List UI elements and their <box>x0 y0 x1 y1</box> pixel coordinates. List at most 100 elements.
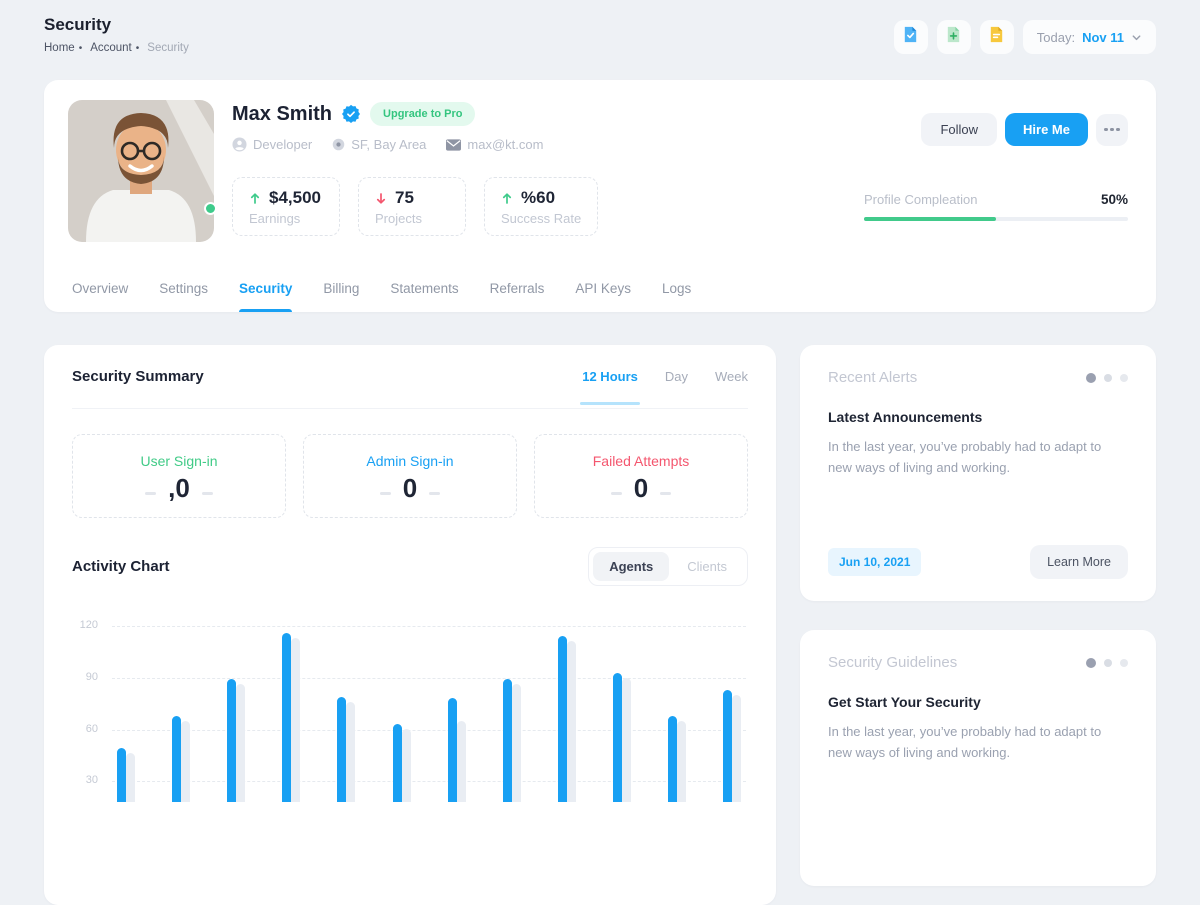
breadcrumb-account[interactable]: Account <box>90 42 132 54</box>
chart-bar-shadow <box>236 684 245 802</box>
chart-bar <box>282 633 291 802</box>
profile-email-label: max@kt.com <box>467 137 543 152</box>
breadcrumb-home[interactable]: Home <box>44 42 75 54</box>
chart-bar <box>448 698 457 802</box>
hire-me-button[interactable]: Hire Me <box>1005 113 1088 146</box>
stat-earnings: $4,500 Earnings <box>232 177 340 236</box>
profile-completion-bar <box>864 217 1128 221</box>
tab-security[interactable]: Security <box>239 281 292 312</box>
toggle-clients[interactable]: Clients <box>671 552 743 581</box>
chart-bar-shadow <box>126 753 135 802</box>
chart-bar <box>668 716 677 802</box>
chart-bar <box>172 716 181 802</box>
user-sign-in-value: ,0 <box>145 473 213 504</box>
file-lines-icon <box>987 25 1006 49</box>
upgrade-to-pro-badge[interactable]: Upgrade to Pro <box>370 102 475 126</box>
toggle-agents[interactable]: Agents <box>593 552 669 581</box>
topbar-actions: Today: Nov 11 <box>894 20 1156 54</box>
recent-alerts-card: Recent Alerts Latest Announcements In th… <box>800 345 1156 601</box>
more-options-button[interactable] <box>1096 114 1128 146</box>
alert-date-badge[interactable]: Jun 10, 2021 <box>828 548 921 576</box>
user-sign-in-label: User Sign-in <box>140 453 217 469</box>
chart-bar-shadow <box>402 729 411 802</box>
chart-ytick-label: 30 <box>72 774 98 786</box>
carousel-dot[interactable] <box>1104 659 1112 667</box>
admin-sign-in-value: 0 <box>380 473 440 504</box>
security-summary-card: Security Summary 12 Hours Day Week User … <box>44 345 776 905</box>
guidelines-headline: Get Start Your Security <box>828 694 1128 710</box>
chart-bar <box>558 636 567 802</box>
chart-bar <box>393 724 402 802</box>
trend-up-icon <box>249 192 261 205</box>
carousel-dot[interactable] <box>1104 374 1112 382</box>
date-picker[interactable]: Today: Nov 11 <box>1023 20 1156 54</box>
stat-success-rate-label: Success Rate <box>501 211 581 226</box>
period-week[interactable]: Week <box>715 345 748 408</box>
security-guidelines-card: Security Guidelines Get Start Your Secur… <box>800 630 1156 886</box>
file-check-icon <box>901 25 920 49</box>
profile-email: max@kt.com <box>446 137 543 152</box>
follow-button[interactable]: Follow <box>921 113 997 146</box>
summary-stat-boxes: User Sign-in ,0 Admin Sign-in 0 Failed A… <box>72 434 748 518</box>
tasks-file-button[interactable] <box>894 20 928 54</box>
tab-logs[interactable]: Logs <box>662 281 691 312</box>
chart-bar-shadow <box>181 721 190 802</box>
trend-up-icon <box>501 192 513 205</box>
profile-role: Developer <box>232 137 312 152</box>
profile-completion-label: Profile Compleation <box>864 192 977 207</box>
security-summary-title: Security Summary <box>72 368 204 385</box>
stat-earnings-label: Earnings <box>249 211 323 226</box>
chart-bar <box>337 697 346 802</box>
chart-ytick-label: 90 <box>72 671 98 683</box>
profile-card: Max Smith Upgrade to Pro Developer SF, B… <box>44 80 1156 312</box>
chevron-down-icon <box>1131 32 1142 43</box>
chart-gridline <box>112 730 746 731</box>
stat-projects-value: 75 <box>395 188 414 208</box>
carousel-dot[interactable] <box>1120 659 1128 667</box>
avatar <box>68 100 214 242</box>
notes-file-button[interactable] <box>980 20 1014 54</box>
file-plus-icon <box>944 25 963 49</box>
chart-bar-shadow <box>622 678 631 802</box>
page-title: Security <box>44 15 189 35</box>
user-sign-in-box: User Sign-in ,0 <box>72 434 286 518</box>
chart-ytick-label: 60 <box>72 723 98 735</box>
profile-info: Max Smith Upgrade to Pro Developer SF, B… <box>232 102 598 236</box>
envelope-icon <box>446 139 461 151</box>
carousel-dot-active[interactable] <box>1086 658 1096 668</box>
avatar-photo <box>68 100 214 242</box>
failed-attempts-box: Failed Attempts 0 <box>534 434 748 518</box>
chart-gridline <box>112 626 746 627</box>
topbar-left: Security Home• Account• Security <box>44 15 189 54</box>
carousel-dot[interactable] <box>1120 374 1128 382</box>
tab-settings[interactable]: Settings <box>159 281 208 312</box>
breadcrumb-separator: • <box>136 43 140 54</box>
profile-location: SF, Bay Area <box>332 137 426 152</box>
learn-more-button[interactable]: Learn More <box>1030 545 1128 579</box>
breadcrumb-current: Security <box>147 42 189 54</box>
security-guidelines-title: Security Guidelines <box>828 654 957 671</box>
profile-stats: $4,500 Earnings 75 Projects %6 <box>232 177 598 236</box>
profile-completion: Profile Compleation 50% <box>864 192 1128 221</box>
carousel-dots <box>1086 658 1128 668</box>
tab-referrals[interactable]: Referrals <box>490 281 545 312</box>
alert-body: In the last year, you’ve probably had to… <box>828 437 1128 479</box>
add-file-button[interactable] <box>937 20 971 54</box>
period-day[interactable]: Day <box>665 345 688 408</box>
profile-location-label: SF, Bay Area <box>351 137 426 152</box>
tab-statements[interactable]: Statements <box>390 281 458 312</box>
tab-billing[interactable]: Billing <box>323 281 359 312</box>
chart-bar <box>613 673 622 802</box>
tab-api-keys[interactable]: API Keys <box>575 281 631 312</box>
failed-attempts-label: Failed Attempts <box>593 453 690 469</box>
stat-projects-label: Projects <box>375 211 449 226</box>
carousel-dot-active[interactable] <box>1086 373 1096 383</box>
period-tabs: 12 Hours Day Week <box>582 345 748 408</box>
chart-gridline <box>112 678 746 679</box>
profile-completion-value: 50% <box>1101 192 1128 207</box>
carousel-dots <box>1086 373 1128 383</box>
stat-success-rate-value: %60 <box>521 188 555 208</box>
tab-overview[interactable]: Overview <box>72 281 128 312</box>
period-12-hours[interactable]: 12 Hours <box>582 345 638 408</box>
chart-bar <box>723 690 732 802</box>
